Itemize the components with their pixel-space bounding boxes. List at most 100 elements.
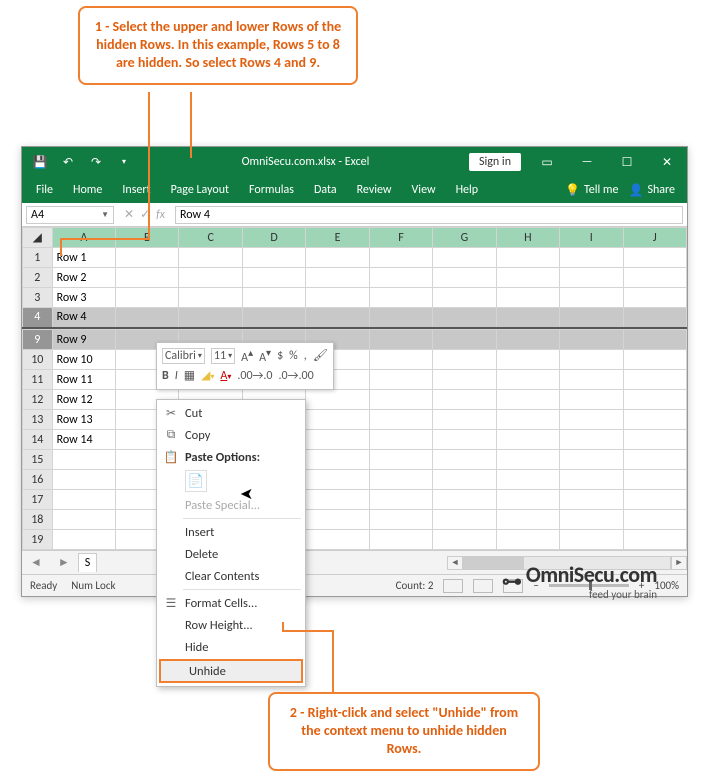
tab-data[interactable]: Data bbox=[304, 179, 347, 201]
col-header[interactable]: F bbox=[369, 228, 432, 248]
comma-format-icon[interactable]: , bbox=[304, 349, 307, 363]
cell[interactable]: Row 12 bbox=[52, 390, 115, 410]
share-button[interactable]: 👤Share bbox=[628, 183, 683, 198]
menu-cut[interactable]: ✂Cut bbox=[157, 402, 305, 424]
row-header[interactable]: 13 bbox=[23, 410, 53, 430]
tab-page-layout[interactable]: Page Layout bbox=[161, 179, 239, 201]
tab-file[interactable]: File bbox=[26, 179, 63, 201]
qat-dropdown-icon[interactable]: ▾ bbox=[110, 148, 138, 176]
undo-icon[interactable]: ↶ bbox=[54, 148, 82, 176]
col-header[interactable]: H bbox=[496, 228, 559, 248]
page-layout-view-icon[interactable] bbox=[473, 579, 493, 593]
menu-delete[interactable]: Delete bbox=[157, 543, 305, 565]
name-box[interactable]: A4 ▼ bbox=[26, 206, 114, 224]
cell[interactable] bbox=[52, 510, 115, 530]
cell[interactable]: Row 14 bbox=[52, 430, 115, 450]
menu-clear-label: Clear Contents bbox=[185, 569, 259, 584]
row-header[interactable]: 16 bbox=[23, 470, 53, 490]
callout-1: 1 - Select the upper and lower Rows of t… bbox=[78, 6, 358, 85]
menu-format-cells[interactable]: ☰Format Cells... bbox=[157, 592, 305, 614]
row-header[interactable]: 17 bbox=[23, 490, 53, 510]
ribbon-options-icon[interactable]: ▭ bbox=[527, 148, 567, 176]
minimize-icon[interactable]: — bbox=[567, 148, 607, 176]
sheet-nav-prev-icon[interactable]: ◄ bbox=[22, 555, 50, 570]
cell[interactable] bbox=[52, 470, 115, 490]
font-selector[interactable]: Calibri ▾ bbox=[162, 348, 205, 364]
maximize-icon[interactable]: ☐ bbox=[607, 148, 647, 176]
menu-clear-contents[interactable]: Clear Contents bbox=[157, 565, 305, 587]
paste-option-icon[interactable]: 📄 bbox=[185, 470, 207, 492]
decrease-font-icon[interactable]: A▾ bbox=[259, 346, 271, 365]
cell[interactable]: Row 2 bbox=[52, 268, 115, 288]
row-header[interactable]: 1 bbox=[23, 248, 53, 268]
row-header[interactable]: 11 bbox=[23, 370, 53, 390]
increase-decimal-icon[interactable]: .0→.00 bbox=[279, 369, 314, 383]
col-header[interactable]: C bbox=[179, 228, 242, 248]
cell[interactable] bbox=[52, 530, 115, 550]
formula-bar[interactable]: Row 4 bbox=[175, 206, 683, 224]
tab-formulas[interactable]: Formulas bbox=[239, 179, 304, 201]
tell-me[interactable]: 💡Tell me bbox=[565, 183, 618, 198]
cell[interactable] bbox=[52, 450, 115, 470]
row-header[interactable]: 15 bbox=[23, 450, 53, 470]
cell[interactable] bbox=[52, 490, 115, 510]
cancel-icon[interactable]: ✕ bbox=[124, 207, 134, 222]
signin-button[interactable]: Sign in bbox=[469, 153, 521, 171]
col-header[interactable]: G bbox=[433, 228, 496, 248]
font-size-selector[interactable]: 11 ▾ bbox=[211, 348, 235, 364]
col-header[interactable]: J bbox=[623, 228, 686, 248]
italic-icon[interactable]: I bbox=[175, 369, 178, 383]
col-header[interactable]: E bbox=[306, 228, 369, 248]
row-header[interactable]: 12 bbox=[23, 390, 53, 410]
col-header[interactable]: I bbox=[560, 228, 623, 248]
tab-review[interactable]: Review bbox=[347, 179, 402, 201]
row-header[interactable]: 4 bbox=[23, 308, 53, 328]
scroll-left-icon[interactable]: ◄ bbox=[447, 556, 463, 570]
borders-icon[interactable]: ▦ bbox=[184, 368, 195, 383]
cell[interactable]: Row 4 bbox=[52, 308, 115, 328]
cell[interactable]: Row 13 bbox=[52, 410, 115, 430]
menu-copy[interactable]: ⧉Copy bbox=[157, 424, 305, 446]
row-header[interactable]: 9 bbox=[23, 330, 53, 350]
bold-icon[interactable]: B bbox=[162, 369, 169, 383]
save-icon[interactable]: 💾 bbox=[26, 148, 54, 176]
menu-hide[interactable]: Hide bbox=[157, 636, 305, 658]
decrease-decimal-icon[interactable]: .00→.0 bbox=[237, 369, 272, 383]
cell[interactable]: Row 10 bbox=[52, 350, 115, 370]
row-header[interactable]: 2 bbox=[23, 268, 53, 288]
menu-paste-options-label: Paste Options: bbox=[185, 450, 260, 465]
normal-view-icon[interactable] bbox=[443, 579, 463, 593]
name-box-dropdown-icon[interactable]: ▼ bbox=[101, 210, 109, 220]
select-all-corner[interactable]: ◢ bbox=[23, 228, 53, 248]
col-header[interactable]: D bbox=[242, 228, 305, 248]
percent-format-icon[interactable]: % bbox=[289, 349, 298, 363]
cell[interactable]: Row 11 bbox=[52, 370, 115, 390]
accounting-format-icon[interactable]: $ bbox=[277, 349, 283, 363]
row-header[interactable]: 3 bbox=[23, 288, 53, 308]
menu-insert[interactable]: Insert bbox=[157, 521, 305, 543]
close-icon[interactable]: ✕ bbox=[647, 148, 687, 176]
tab-view[interactable]: View bbox=[402, 179, 446, 201]
font-name: Calibri bbox=[165, 349, 196, 363]
tab-help[interactable]: Help bbox=[446, 179, 489, 201]
row-header[interactable]: 14 bbox=[23, 430, 53, 450]
fx-icon[interactable]: fx bbox=[156, 208, 165, 222]
sheet-tab[interactable]: S bbox=[78, 553, 98, 572]
cell[interactable]: Row 3 bbox=[52, 288, 115, 308]
tab-insert[interactable]: Insert bbox=[112, 179, 160, 201]
tab-home[interactable]: Home bbox=[63, 179, 112, 201]
format-painter-icon[interactable]: 🖌 bbox=[313, 348, 328, 363]
lightbulb-icon: 💡 bbox=[565, 183, 580, 198]
sheet-nav-next-icon[interactable]: ► bbox=[50, 555, 78, 570]
row-header[interactable]: 19 bbox=[23, 530, 53, 550]
fill-color-icon[interactable]: ◢▾ bbox=[201, 368, 214, 383]
scroll-right-icon[interactable]: ► bbox=[671, 556, 687, 570]
spreadsheet-grid[interactable]: ◢ A B C D E F G H I J 1Row 1 2Row 2 3Row… bbox=[22, 227, 687, 550]
row-header[interactable]: 10 bbox=[23, 350, 53, 370]
font-color-icon[interactable]: A▾ bbox=[220, 369, 231, 383]
cell[interactable]: Row 9 bbox=[52, 330, 115, 350]
row-header[interactable]: 18 bbox=[23, 510, 53, 530]
increase-font-icon[interactable]: A▴ bbox=[241, 346, 253, 365]
redo-icon[interactable]: ↷ bbox=[82, 148, 110, 176]
menu-unhide[interactable]: Unhide bbox=[159, 659, 303, 683]
